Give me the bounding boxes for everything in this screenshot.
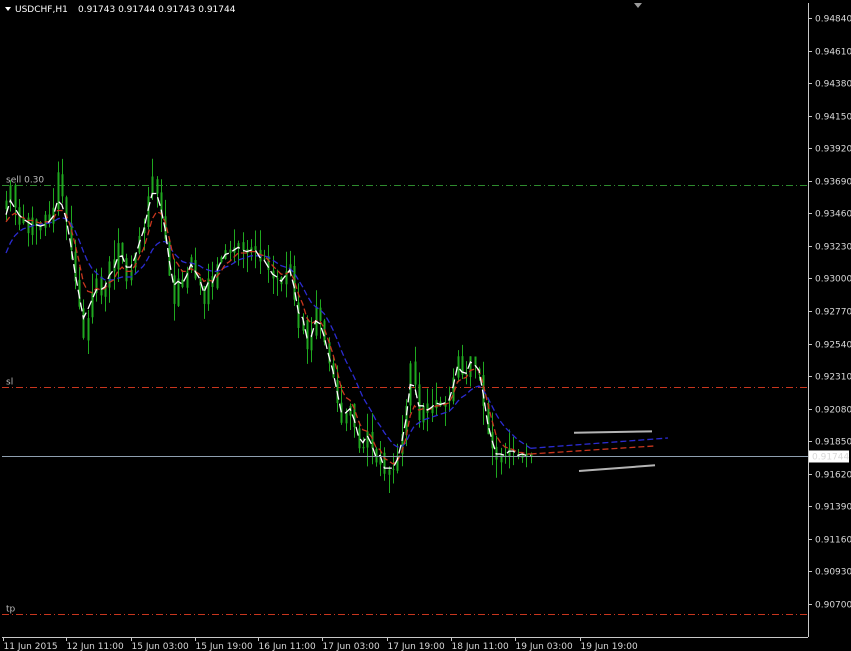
candle-body [181,279,184,287]
x-tick-label: 17 Jun 19:00 [388,642,445,651]
y-tick-label: 0.94610 [815,48,851,58]
candle-body [310,335,313,351]
candle-body [87,318,90,341]
candle-body [418,384,421,420]
candle-body [242,242,245,251]
candle-body [366,431,369,448]
candle-body [435,400,438,409]
candle-body [125,258,128,282]
y-tick-label: 0.92540 [815,341,851,351]
x-tick-label: 11 Jun 2015 [4,642,58,651]
y-tick-label: 0.91160 [815,536,851,546]
candle-body [151,176,154,195]
candle-body [362,446,365,449]
sell-level-line-label: sell 0.30 [6,176,44,186]
candle-body [117,243,120,270]
x-tick-label: 18 Jun 11:00 [452,642,509,651]
y-tick-label: 0.94380 [815,80,851,90]
candle-body [82,308,85,338]
y-tick-label: 0.94150 [815,113,851,123]
candle-body [319,307,322,321]
triangle-lower-trendline [578,464,656,472]
triangle-upper-trendline [573,430,653,434]
x-tick-label: 19 Jun 19:00 [581,642,638,651]
candle-body [229,249,232,253]
candle-body [388,469,391,475]
candle-body [276,278,279,280]
candle-body [5,200,8,210]
candle-body [173,275,176,304]
x-tick-label: 17 Jun 03:00 [323,642,380,651]
y-tick-label: 0.90700 [815,601,851,611]
stop-loss-line-label: sl [6,378,13,388]
candle-body [220,257,223,263]
x-tick-label: 16 Jun 11:00 [259,642,316,651]
y-tick-label: 0.93460 [815,210,851,220]
y-tick-label: 0.93000 [815,275,851,285]
candle-body [100,276,103,296]
x-tick-label: 15 Jun 19:00 [196,642,253,651]
candle-body [57,172,60,210]
candle-body [61,174,64,197]
y-tick-label: 0.93230 [815,243,851,253]
y-tick-label: 0.93690 [815,178,851,188]
candle-body [358,428,361,449]
symbol-label: USDCHF,H1 [15,5,68,15]
x-tick-label: 12 Jun 11:00 [67,642,124,651]
bid-price-label: 0.91744 [812,453,849,463]
ma-fast-line [5,192,531,469]
y-tick-label: 0.94840 [815,15,851,25]
candle-body [194,260,197,279]
y-tick-label: 0.91390 [815,503,851,513]
candle-body [147,196,150,227]
candle-body [340,402,343,423]
take-profit-line-label: tp [6,605,16,615]
y-tick-label: 0.92080 [815,406,851,416]
y-tick-label: 0.91850 [815,438,851,448]
candle-body [263,258,266,260]
ohlc-values: 0.91743 0.91744 0.91743 0.91744 [78,5,236,15]
y-tick-label: 0.91620 [815,471,851,481]
candle-body [474,356,477,367]
candle-body [469,356,472,377]
candle-body [392,468,395,470]
chart-shift-marker-icon[interactable] [634,3,642,8]
symbol-menu-icon[interactable] [5,7,11,11]
candle-body [508,448,511,457]
x-tick-label: 19 Jun 03:00 [516,642,573,651]
candle-body [14,184,17,208]
candle-body [426,403,429,413]
y-tick-label: 0.90930 [815,568,851,578]
y-tick-label: 0.92770 [815,308,851,318]
candle-body [156,179,159,194]
candle-body [414,361,417,385]
candle-body [254,246,257,251]
y-tick-label: 0.92310 [815,373,851,383]
x-tick-label: 15 Jun 03:00 [132,642,189,651]
price-chart[interactable]: USDCHF,H1 0.91743 0.91744 0.91743 0.9174… [0,0,851,651]
candle-body [371,431,374,449]
candle-body [74,251,77,282]
y-tick-label: 0.93920 [815,145,851,155]
candle-body [345,412,348,424]
